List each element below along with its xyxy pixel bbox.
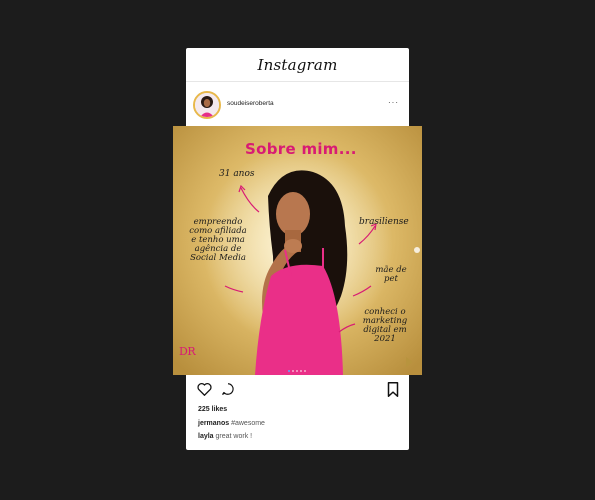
comment-text: #awesome xyxy=(231,420,265,427)
post-image[interactable]: Sobre mim... 31 anos empreendo como afil… xyxy=(173,126,422,375)
marketing-text: conheci o marketing digital em 2021 xyxy=(357,308,413,344)
comment-user[interactable]: layla xyxy=(198,433,214,440)
likes-count[interactable]: 225 likes xyxy=(198,406,227,413)
brand-logo: DR xyxy=(179,345,196,358)
business-line: Social Media xyxy=(190,252,246,263)
avatar[interactable] xyxy=(193,91,221,119)
comment-text: great work ! xyxy=(215,433,253,440)
heart-icon[interactable] xyxy=(197,382,212,401)
pet-text: mãe de pet xyxy=(371,266,411,284)
comment-user[interactable]: jermanos xyxy=(198,420,229,427)
username[interactable]: soudeiseroberta xyxy=(227,100,274,107)
bookmark-icon[interactable] xyxy=(387,382,399,402)
comment-2: layla great work ! xyxy=(198,433,252,440)
carousel-dot xyxy=(304,370,306,372)
carousel-dot xyxy=(296,370,298,372)
post-author-row[interactable]: soudeiseroberta ··· xyxy=(186,88,409,124)
comment-1: jermanos #awesome xyxy=(198,420,265,427)
carousel-dot xyxy=(292,370,294,372)
pet-line: pet xyxy=(384,273,398,284)
next-arrow-icon[interactable] xyxy=(403,356,415,368)
marketing-line: 2021 xyxy=(374,333,396,344)
carousel-dot xyxy=(288,370,290,372)
more-icon[interactable]: ··· xyxy=(388,98,399,107)
carousel-dot xyxy=(300,370,302,372)
age-text: 31 anos xyxy=(219,169,255,179)
origin-text: brasiliense xyxy=(359,217,409,227)
post-title: Sobre mim... xyxy=(245,140,357,158)
action-bar xyxy=(186,378,409,402)
carousel-indicator xyxy=(288,370,306,372)
business-text: empreendo como afiliada e tenho uma agên… xyxy=(179,218,257,263)
comment-icon[interactable] xyxy=(221,382,235,401)
app-header: Instagram xyxy=(186,48,409,82)
instagram-logo: Instagram xyxy=(257,55,338,74)
